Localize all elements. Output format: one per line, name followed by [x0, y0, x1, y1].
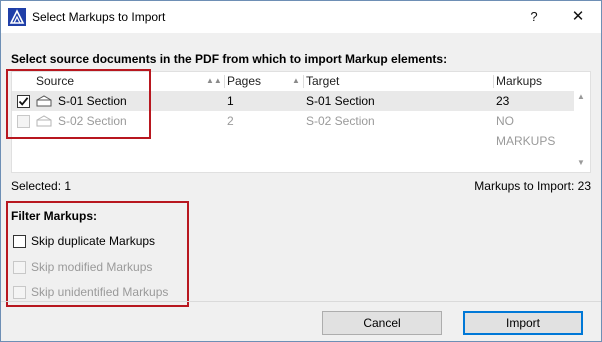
column-divider[interactable] [224, 75, 225, 88]
target-cell: S-01 Section [306, 94, 375, 108]
import-button[interactable]: Import [463, 311, 583, 335]
markups-cell: NO MARKUPS [496, 114, 556, 148]
filter-markups-highlight [6, 201, 189, 307]
markups-cell: 23 [496, 94, 510, 108]
title-bar[interactable]: Select Markups to Import ? ✕ [1, 1, 601, 33]
target-cell: S-02 Section [306, 114, 375, 128]
dialog-title: Select Markups to Import [32, 10, 166, 24]
cancel-button[interactable]: Cancel [322, 311, 442, 335]
help-button[interactable]: ? [521, 5, 547, 29]
sort-icon[interactable]: ▲▲ [206, 72, 222, 90]
import-markups-dialog: Select Markups to Import ? ✕ Select sour… [0, 0, 602, 342]
column-header-target[interactable]: Target [306, 72, 339, 90]
column-header-markups[interactable]: Markups [496, 72, 542, 90]
column-divider[interactable] [493, 75, 494, 88]
footer-divider [1, 301, 601, 302]
column-header-pages[interactable]: Pages [227, 72, 261, 90]
scroll-down-icon[interactable]: ▼ [577, 158, 585, 167]
pages-cell: 2 [227, 114, 234, 128]
vertical-scrollbar[interactable]: ▲ ▼ [575, 90, 589, 171]
markups-to-import-count: Markups to Import: 23 [474, 179, 591, 193]
sort-ascending-icon[interactable]: ▲ [292, 72, 300, 90]
column-divider[interactable] [303, 75, 304, 88]
close-button[interactable]: ✕ [565, 5, 591, 29]
archicad-logo-icon [8, 8, 26, 26]
source-selection-highlight [6, 69, 151, 139]
selected-count: Selected: 1 [11, 179, 72, 193]
scroll-up-icon[interactable]: ▲ [577, 92, 585, 101]
pages-cell: 1 [227, 94, 234, 108]
instruction-text: Select source documents in the PDF from … [11, 52, 448, 66]
